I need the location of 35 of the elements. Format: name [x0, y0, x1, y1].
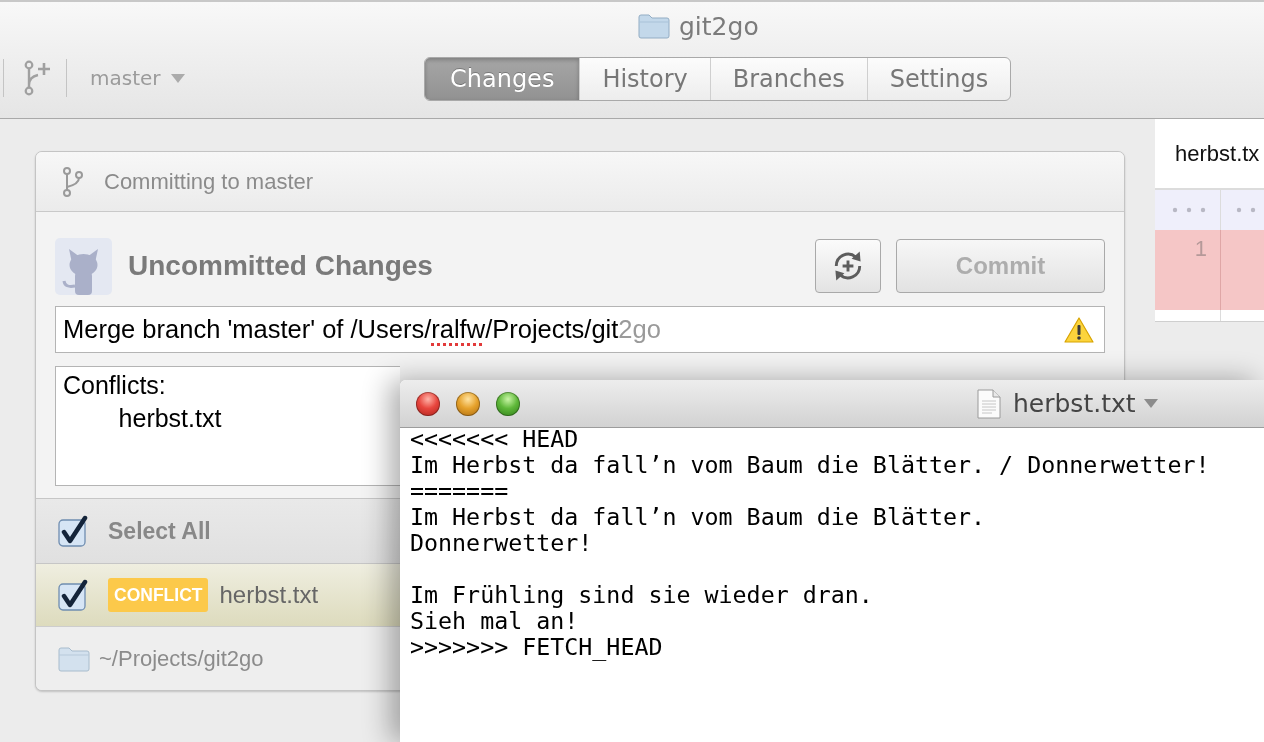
repository-path: ~/Projects/git2go — [99, 645, 264, 672]
status-badge: CONFLICT — [108, 578, 209, 612]
file-row[interactable]: CONFLICT herbst.txt — [36, 564, 400, 626]
close-window-button[interactable] — [416, 391, 440, 416]
committing-to-label: Committing to master — [104, 168, 314, 195]
document-icon — [977, 388, 1001, 419]
window-title: git2go — [679, 11, 759, 41]
document-title[interactable]: herbst.txt — [1013, 389, 1136, 418]
branch-plus-icon — [24, 60, 52, 96]
document-text-area[interactable]: <<<<<<< HEAD Im Herbst da fall’n vom Baum die Blätter. / Donnerwetter! ======= Im Herbst da fall’n vom Baum die Blätter. Donnerwetter! Im Frühling sind sie wieder dran. Sieh mal an! >>>>>>> FETCH_HEAD — [400, 426, 1264, 660]
zoom-window-button[interactable] — [496, 391, 520, 416]
changes-title: Uncommitted Changes — [128, 250, 433, 282]
checkbox[interactable] — [58, 515, 88, 547]
ellipsis-icon — [1172, 207, 1206, 213]
diff-file-name: herbst.tx — [1175, 140, 1260, 167]
select-all-label: Select All — [108, 517, 211, 545]
description-field[interactable]: Conflicts: herbst.txt — [55, 366, 400, 486]
checkbox[interactable] — [58, 579, 88, 611]
branch-dropdown[interactable]: master — [90, 66, 185, 90]
minimize-window-button[interactable] — [456, 391, 480, 416]
tab[interactable]: History — [579, 58, 710, 100]
tab[interactable]: Settings — [866, 58, 1011, 100]
avatar-icon — [55, 237, 112, 295]
tab[interactable]: Changes — [425, 58, 580, 100]
folder-icon — [638, 13, 670, 39]
folder-icon — [58, 645, 90, 672]
file-name: herbst.txt — [219, 581, 319, 609]
sync-button[interactable] — [815, 239, 881, 293]
caret-icon — [170, 73, 185, 83]
summary-field[interactable]: Merge branch 'master' of /Users/ralfw/Projects/git2go — [55, 306, 1105, 353]
line-number: 1 — [1194, 236, 1207, 262]
ellipsis-icon — [1236, 207, 1256, 213]
caret-icon — [1143, 399, 1158, 408]
tab[interactable]: Branches — [709, 58, 867, 100]
branch-icon — [63, 166, 83, 197]
